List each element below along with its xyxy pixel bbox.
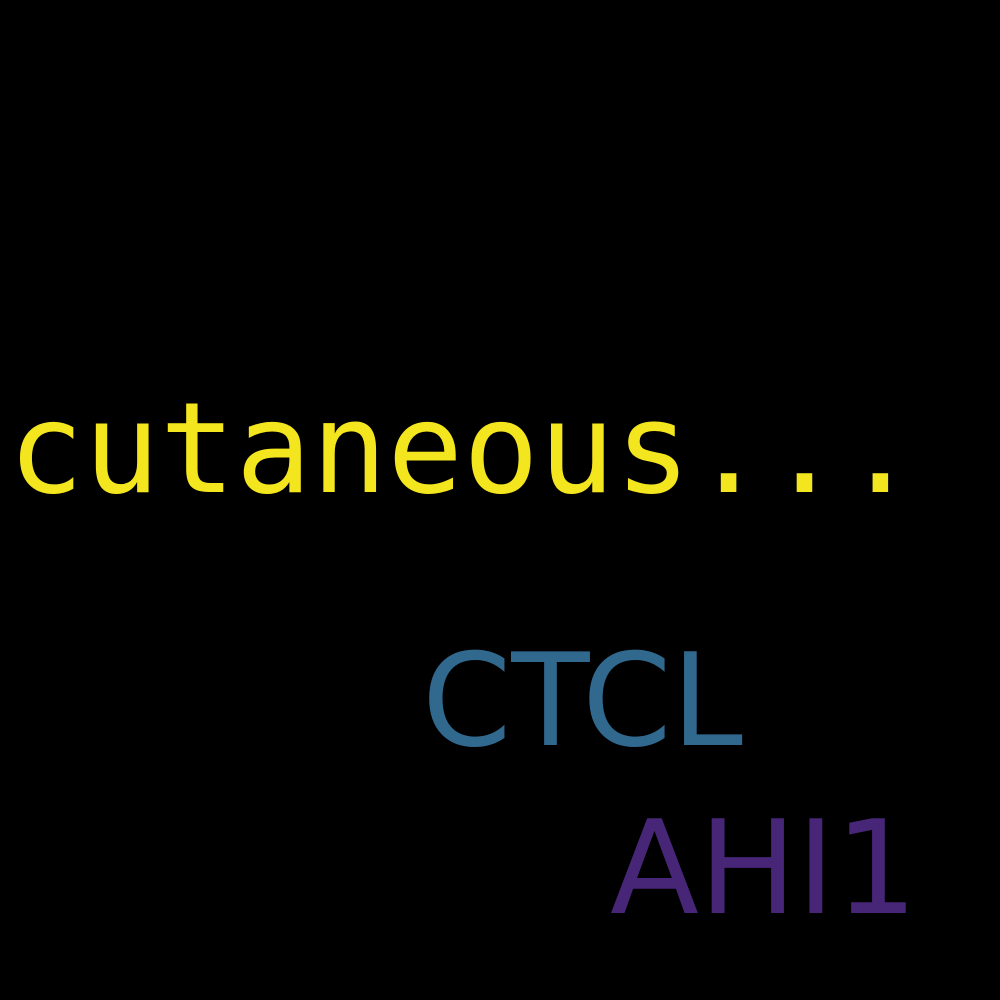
word-cloud-canvas: { "background_color": "#000000", "words"…: [0, 0, 1000, 1000]
word-ctcl: CTCL: [422, 627, 743, 776]
word-cutaneous: cutaneous...: [8, 375, 919, 522]
word-ahi1: AHI1: [610, 792, 918, 944]
